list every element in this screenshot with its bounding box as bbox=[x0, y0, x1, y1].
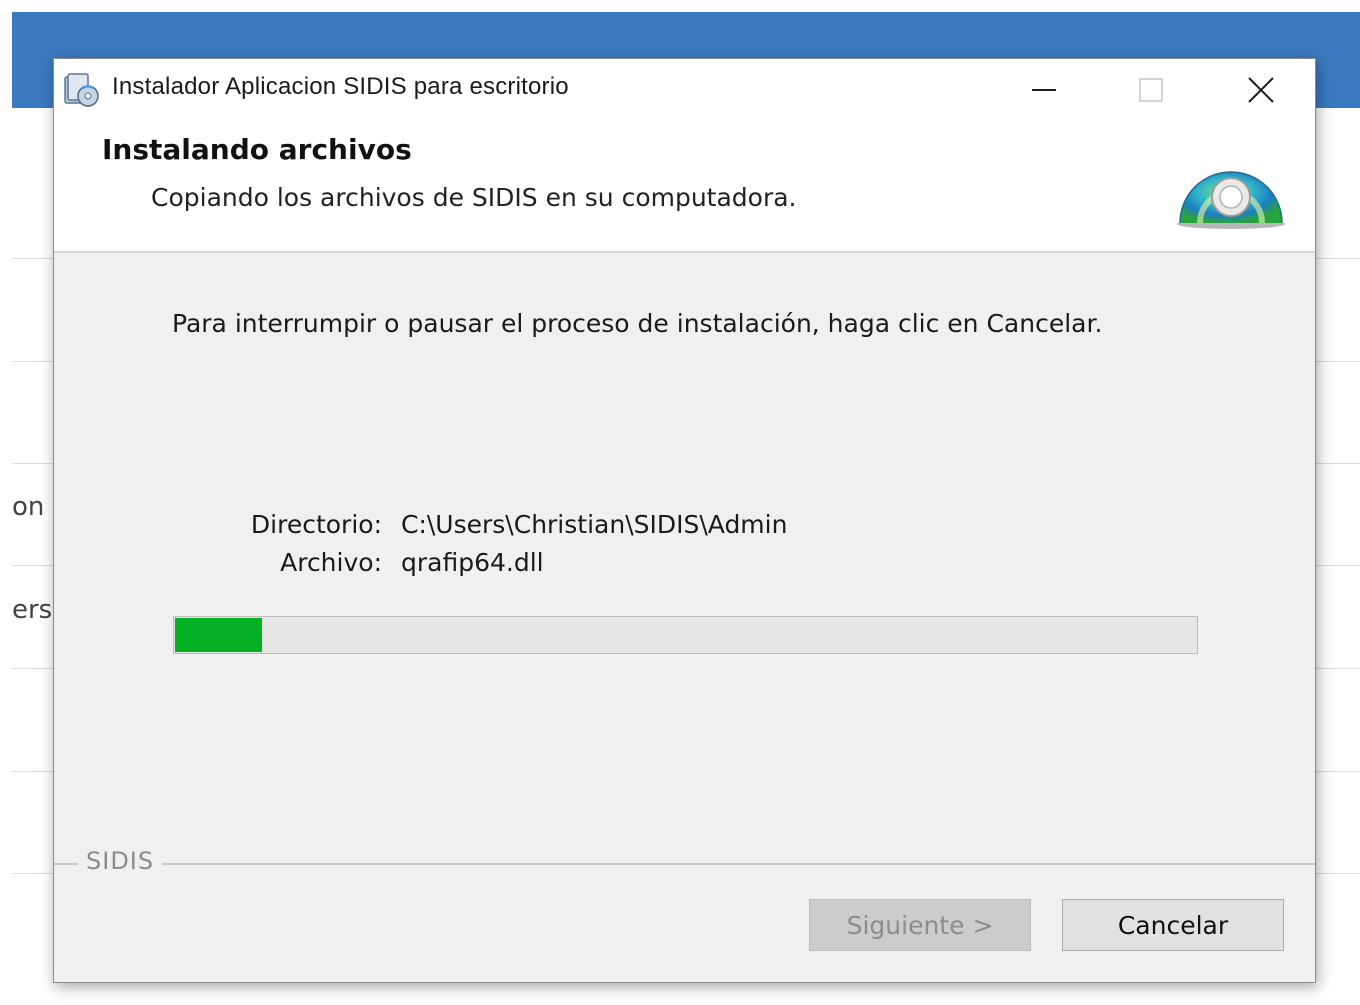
installer-icon bbox=[64, 73, 99, 107]
title-bar[interactable]: Instalador Aplicacion SIDIS para escrito… bbox=[54, 59, 1315, 121]
page-title: Instalando archivos bbox=[102, 133, 412, 166]
close-button[interactable] bbox=[1226, 65, 1296, 115]
background-partial-label: on bbox=[12, 492, 45, 522]
minimize-icon bbox=[1032, 89, 1056, 91]
maximize-icon bbox=[1139, 78, 1163, 102]
installer-dialog: Instalador Aplicacion SIDIS para escrito… bbox=[53, 58, 1316, 983]
next-button[interactable]: Siguiente > bbox=[809, 899, 1031, 951]
page-subtitle: Copiando los archivos de SIDIS en su com… bbox=[151, 183, 797, 212]
window-title: Instalador Aplicacion SIDIS para escrito… bbox=[112, 73, 569, 100]
minimize-button[interactable] bbox=[1009, 65, 1079, 115]
install-progress-bar bbox=[173, 616, 1198, 654]
background-partial-label: ers bbox=[12, 595, 53, 625]
branding-divider bbox=[54, 863, 1315, 865]
progress-fill bbox=[175, 618, 262, 652]
cd-disc-icon bbox=[1177, 171, 1285, 229]
directory-value: C:\Users\Christian\SIDIS\Admin bbox=[401, 510, 788, 539]
header-panel: Instalando archivos Copiando los archivo… bbox=[54, 121, 1315, 253]
maximize-button[interactable] bbox=[1116, 65, 1186, 115]
file-value: qrafip64.dll bbox=[401, 548, 544, 577]
cancel-button[interactable]: Cancelar bbox=[1062, 899, 1284, 951]
cancel-instruction-text: Para interrumpir o pausar el proceso de … bbox=[172, 309, 1103, 338]
directory-label: Directorio: bbox=[250, 510, 382, 539]
close-icon bbox=[1248, 77, 1274, 103]
branding-label: SIDIS bbox=[78, 847, 163, 875]
file-label: Archivo: bbox=[280, 548, 382, 577]
